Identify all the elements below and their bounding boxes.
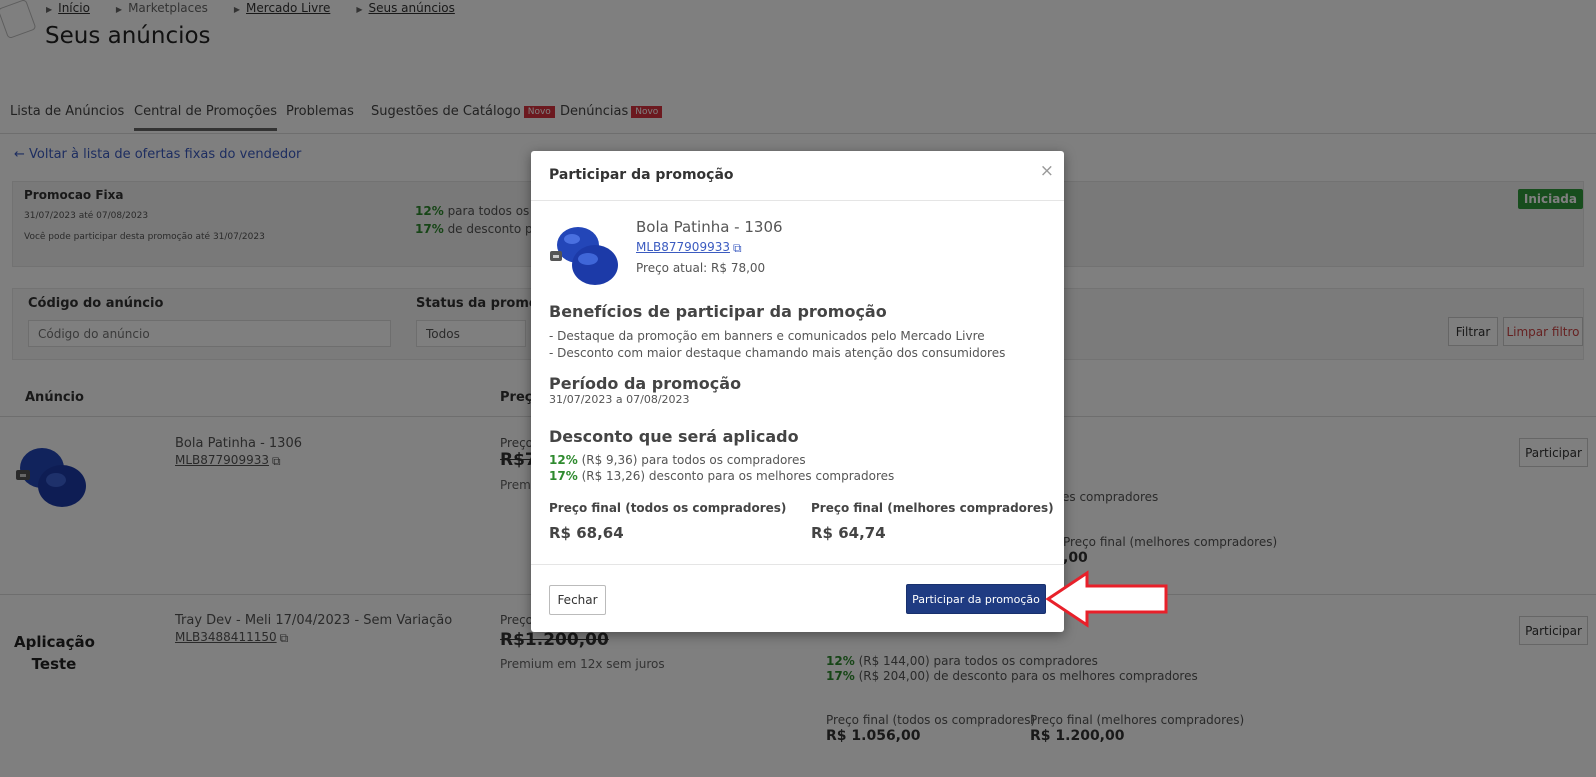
final-price-all-label: Preço final (todos os compradores)	[549, 501, 787, 515]
discount-pct: 17%	[549, 469, 578, 483]
benefit-item: - Desconto com maior destaque chamando m…	[549, 346, 1006, 360]
discount-all: 12% (R$ 9,36) para todos os compradores	[549, 453, 806, 467]
discount-pct: 12%	[549, 453, 578, 467]
modal-footer: Fechar Participar da promoção	[531, 564, 1064, 632]
participate-modal: Participar da promoção × Bola Patinha - …	[531, 151, 1064, 632]
discount-text: (R$ 13,26) desconto para os melhores com…	[581, 469, 895, 483]
confirm-participate-button[interactable]: Participar da promoção	[906, 584, 1046, 614]
external-link-icon: ⧉	[732, 241, 742, 255]
annotation-arrow-icon	[1045, 570, 1168, 628]
discount-text: (R$ 9,36) para todos os compradores	[581, 453, 806, 467]
product-code: MLB877909933	[636, 240, 730, 254]
close-icon[interactable]: ×	[1040, 161, 1054, 181]
modal-header: Participar da promoção ×	[531, 151, 1064, 201]
period-title: Período da promoção	[549, 374, 742, 393]
modal-title: Participar da promoção	[549, 167, 734, 183]
benefits-title: Benefícios de participar da promoção	[549, 302, 887, 321]
final-price-all-value: R$ 68,64	[549, 524, 624, 542]
period-dates: 31/07/2023 a 07/08/2023	[549, 393, 690, 406]
final-price-best-value: R$ 64,74	[811, 524, 886, 542]
discount-title: Desconto que será aplicado	[549, 427, 799, 446]
benefit-item: - Destaque da promoção em banners e comu…	[549, 329, 985, 343]
product-name: Bola Patinha - 1306	[636, 218, 783, 236]
discount-best: 17% (R$ 13,26) desconto para os melhores…	[549, 469, 894, 483]
product-code-link[interactable]: MLB877909933 ⧉	[636, 240, 742, 256]
product-current-price: Preço atual: R$ 78,00	[636, 261, 766, 275]
final-price-best-label: Preço final (melhores compradores)	[811, 501, 1054, 515]
close-button[interactable]: Fechar	[549, 585, 606, 615]
boxing-glove-image	[550, 227, 618, 285]
